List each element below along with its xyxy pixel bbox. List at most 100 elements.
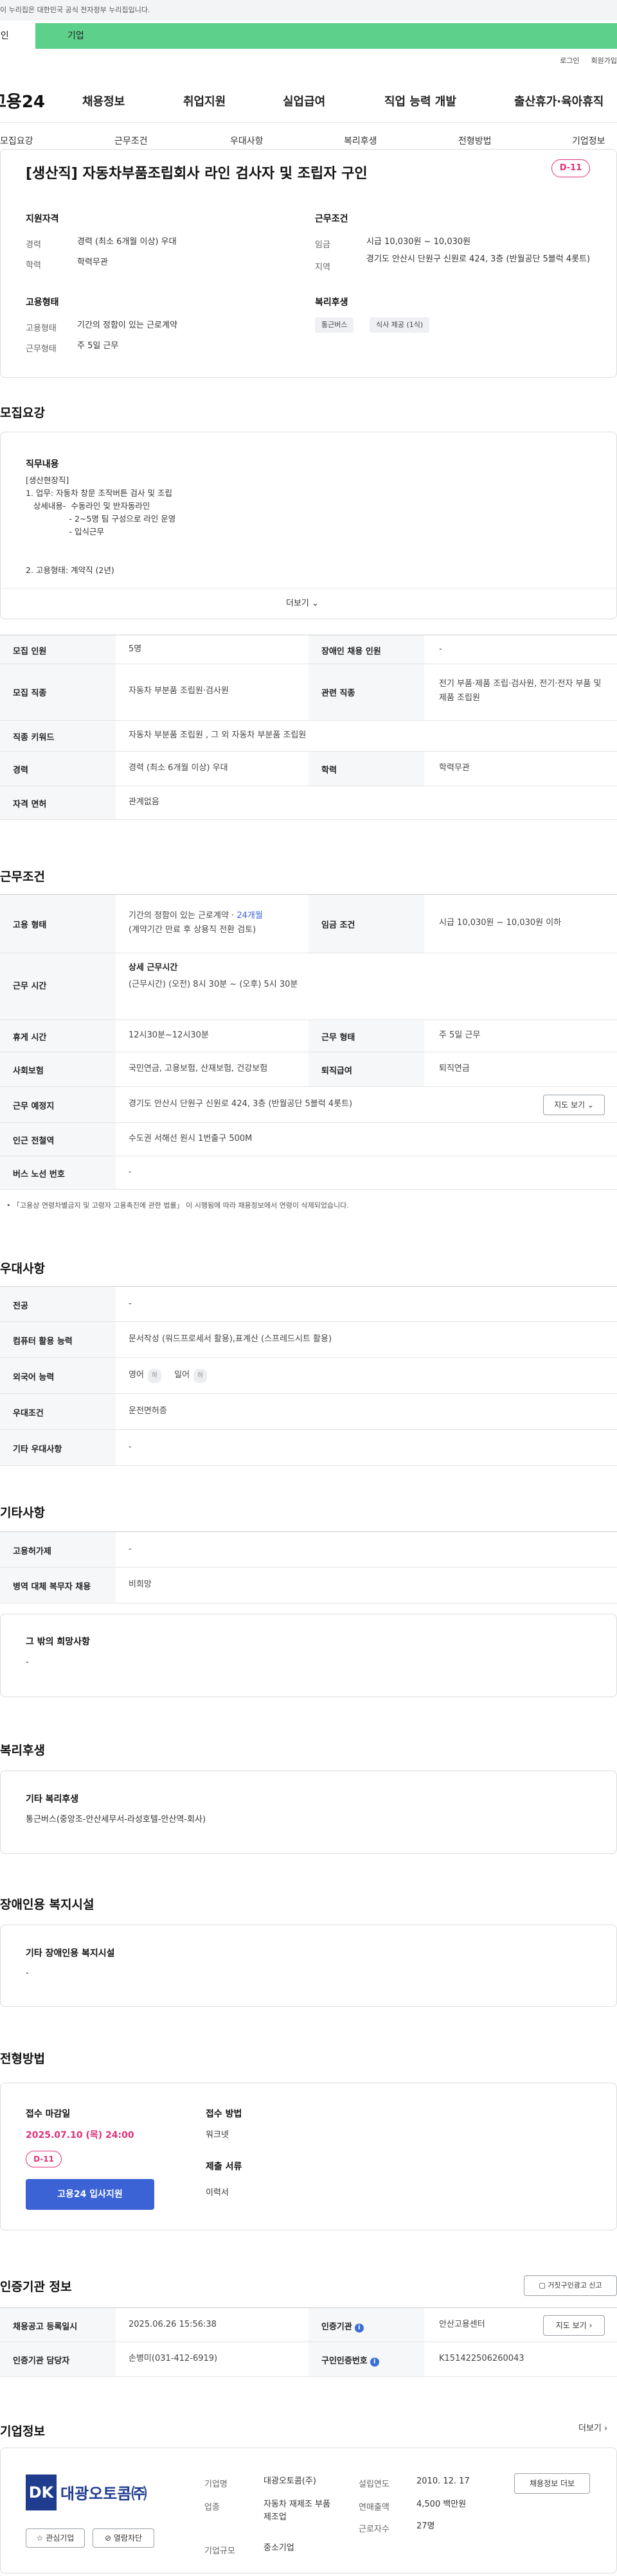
row-value: 전기 부품·제품 조립·검사원, 전기·전자 부품 및 제품 조립원 [439, 679, 602, 703]
table-row: 인근 전철역 수도권 서해선 원시 1번출구 500M [0, 1123, 617, 1156]
row-value: 안산고용센터 [439, 2320, 485, 2329]
info-icon[interactable]: i [370, 2358, 379, 2367]
est-value: 2010. 12. 17 [416, 2476, 470, 2486]
chip-bus: 통근버스 [315, 317, 354, 333]
chevron-right-icon: › [589, 2321, 593, 2330]
cert-title: 인증기관 정보 [0, 2280, 72, 2294]
gov-banner: 이 누리집은 대한민국 공식 전자정부 누리집입니다. [0, 0, 617, 21]
row-label: 사회보험 [13, 1066, 44, 1076]
apply-button[interactable]: 고용24 입사지원 [26, 2179, 154, 2210]
work-head: 근무조건 [315, 214, 348, 224]
nav-vocational-training[interactable]: 직업 능력 개발 [384, 93, 456, 109]
edu-value: 학력무관 [77, 258, 108, 267]
row-label: 학력 [321, 766, 337, 775]
row-value: 수도권 서해선 원시 1번출구 500M [129, 1134, 253, 1143]
industry-label: 업종 [204, 2503, 220, 2512]
row-label: 컴퓨터 활용 능력 [13, 1337, 73, 1346]
duty-more-button[interactable]: 더보기 ⌄ [286, 597, 319, 611]
subnav-recruit[interactable]: 모집요강 [0, 134, 33, 147]
row-value: - [129, 1442, 132, 1452]
qual-head: 지원자격 [26, 214, 59, 224]
company-more-button[interactable]: 더보기 › [578, 2422, 607, 2436]
company-name-value: 대광오토콤(주) [264, 2476, 316, 2486]
table-row: 고용허가제 - [0, 1531, 617, 1567]
region-value: 경기도 안산시 단원구 신원로 424, 3층 (반월공단 5블럭 4롯트) [366, 254, 591, 264]
emp-value: 기간의 정함이 있는 근로계약 [77, 321, 177, 330]
row-value: (근무시간) (오전) 8시 30분 ~ (오후) 5시 30분 [129, 980, 298, 989]
row-value: 시급 10,030원 ~ 10,030원 이하 [439, 918, 562, 928]
row-label: 버스 노선 번호 [13, 1170, 65, 1179]
row-value: 영어 하 일어 하 [129, 1368, 208, 1383]
top-links: 로그인 회원가입 [548, 55, 617, 66]
page-title: [생산직] 자동차부품조립회사 라인 검사자 및 조립자 구인 [26, 166, 368, 182]
row-value: 비희망 [129, 1580, 152, 1589]
chevron-down-icon: ⌄ [587, 1100, 594, 1109]
hope-value: - [26, 1657, 29, 1667]
prefer-title: 우대사항 [0, 1262, 45, 1276]
row-label: 근무 예정지 [13, 1102, 55, 1111]
row-value: - [129, 1544, 132, 1554]
docs-head: 제출 서류 [206, 2162, 242, 2172]
main-nav: 고용24 채용정보 취업지원 실업급여 직업 능력 개발 출산휴가·육아휴직 [0, 84, 617, 116]
tab-individual[interactable]: 개인 [0, 23, 35, 49]
row-value: 관계없음 [129, 797, 159, 807]
nav-parental-leave[interactable]: 출산휴가·육아휴직 [514, 93, 604, 109]
row-label: 모집 직종 [13, 689, 47, 698]
career-label: 경력 [26, 240, 41, 250]
tab-corporate[interactable]: 기업 [35, 23, 617, 49]
deadline-value: 2025.07.10 (목) 24:00 [26, 2130, 134, 2140]
signup-link[interactable]: 회원가입 [591, 57, 617, 65]
row-value: 5명 [129, 644, 142, 654]
contract-period-link[interactable]: 24개월 [237, 911, 262, 921]
emp-value: 기간의 정함이 있는 근로계약 · 24개월 (계약기간 만료 후 상용직 전환 … [129, 911, 263, 935]
block-view-button[interactable]: ⊘ 열람차단 [93, 2528, 154, 2548]
age-notice: • 「고용상 연령차별금지 및 고령자 고용촉진에 관한 법률」 이 시행됨에 … [6, 1201, 349, 1210]
welfare-card [0, 1770, 617, 1854]
subnav-company[interactable]: 기업정보 [572, 134, 605, 147]
user-type-tabs: 개인 기업 [0, 23, 617, 49]
docs-value: 이력서 [206, 2188, 229, 2198]
days-label: 근무형태 [26, 344, 57, 354]
site-logo[interactable]: 고용24 [0, 89, 45, 112]
row-value: 상세 근무시간 [129, 963, 178, 973]
duty-text: [생산현장직] 1. 업무: 자동차 창문 조작버튼 검사 및 조립 상세내용-… [26, 475, 176, 575]
cert-map-button[interactable]: 지도 보기 › [543, 2315, 605, 2336]
info-icon[interactable]: i [354, 2324, 364, 2333]
disabled-card [0, 1925, 617, 2007]
employees-label: 근로자수 [359, 2525, 389, 2534]
row-label: 근무 시간 [13, 982, 47, 991]
login-link[interactable]: 로그인 [560, 57, 579, 65]
row-value: 2025.06.26 15:56:38 [129, 2320, 217, 2329]
table-row: 병역 대체 복무자 채용 비희망 [0, 1567, 617, 1603]
selection-title: 전형방법 [0, 2052, 45, 2066]
table-row: 모집 직종 자동차 부분품 조립원·검사원 관련 직종 전기 부품·제품 조립·… [0, 664, 617, 721]
row-value: 주 5일 근무 [439, 1030, 481, 1040]
nav-job-info[interactable]: 채용정보 [82, 93, 125, 109]
favorite-company-button[interactable]: ☆ 관심기업 [26, 2528, 85, 2548]
row-label: 장애인 채용 인원 [321, 647, 381, 657]
subnav-welfare[interactable]: 복리후생 [344, 134, 377, 147]
row-label: 채용공고 등록일시 [13, 2322, 78, 2332]
edu-label: 학력 [26, 261, 41, 270]
nav-unemployment-benefit[interactable]: 실업급여 [283, 93, 325, 109]
row-label: 관련 직종 [321, 689, 355, 698]
table-row: 전공 - [0, 1286, 617, 1322]
row-value: 자동차 부분품 조립원 , 그 외 자동차 부분품 조립원 [129, 730, 307, 740]
row-label: 직종 키워드 [13, 733, 55, 743]
method-value: 워크넷 [206, 2130, 229, 2140]
table-row: 기타 우대사항 - [0, 1430, 617, 1466]
row-value: 12시30분~12시30분 [129, 1030, 209, 1040]
map-button[interactable]: 지도 보기 ⌄ [543, 1095, 605, 1115]
nav-employment-support[interactable]: 취업지원 [183, 93, 226, 109]
row-label: 임금 조건 [321, 921, 355, 930]
region-label: 지역 [315, 263, 330, 272]
table-row: 컴퓨터 활용 능력 문서작성 (워드프로세서 활용),표계산 (스프레드시트 활… [0, 1322, 617, 1358]
subnav-selection[interactable]: 전형방법 [458, 134, 492, 147]
subnav-work[interactable]: 근무조건 [114, 134, 148, 147]
company-jobs-button[interactable]: 채용정보 더보 [514, 2473, 590, 2494]
table-row: 외국어 능력 영어 하 일어 하 [0, 1358, 617, 1394]
row-label: 자격 면허 [13, 800, 47, 809]
row-label: 병역 대체 복무자 채용 [13, 1582, 91, 1592]
false-ad-report-button[interactable]: ▢ 거짓구인광고 신고 [524, 2275, 617, 2296]
subnav-prefer[interactable]: 우대사항 [230, 134, 264, 147]
